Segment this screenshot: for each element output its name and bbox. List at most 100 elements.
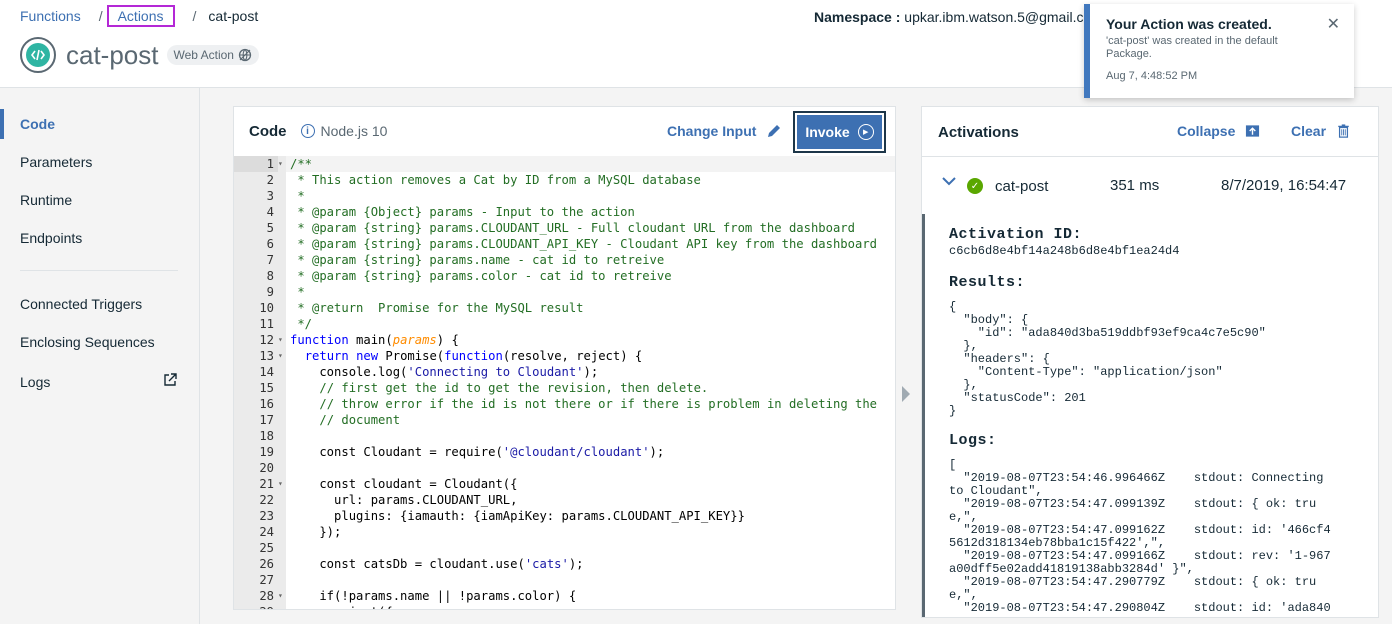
gutter <box>278 220 286 236</box>
code-line[interactable]: 1 ▾/** <box>234 156 895 172</box>
gutter <box>278 316 286 332</box>
code-line[interactable]: 13 ▾ return new Promise(function(resolve,… <box>234 348 895 364</box>
toast-body: 'cat-post' was created in the default Pa… <box>1106 35 1278 60</box>
line-number: 3 <box>234 188 278 204</box>
line-number: 29 <box>234 604 278 609</box>
code-text: * @return Promise for the MySQL result <box>290 301 584 315</box>
chevron-down-icon[interactable] <box>942 176 956 186</box>
code-text: * @param {Object} params - Input to the … <box>290 205 635 219</box>
collapse-icon <box>1246 125 1260 137</box>
code-line[interactable]: 14 console.log('Connecting to Cloudant')… <box>234 364 895 380</box>
activations-header: Activations Collapse Clear <box>922 107 1378 157</box>
title-row: cat-post Web Action <box>20 37 259 73</box>
line-number: 6 <box>234 236 278 252</box>
gutter <box>278 236 286 252</box>
code-line[interactable]: 17 // document <box>234 412 895 428</box>
collapse-label: Collapse <box>1177 123 1236 139</box>
change-input-button[interactable]: Change Input <box>667 123 782 139</box>
sidebar-item-parameters[interactable]: Parameters <box>0 147 198 177</box>
invoke-button[interactable]: Invoke ▶ <box>793 111 886 153</box>
code-text: * <box>290 285 305 299</box>
namespace: Namespace : upkar.ibm.watson.5@gmail.com <box>814 9 1094 25</box>
gutter <box>278 268 286 284</box>
line-number: 20 <box>234 460 278 476</box>
gutter <box>278 444 286 460</box>
breadcrumb-functions[interactable]: Functions <box>20 8 81 24</box>
code-line[interactable]: 10 * @return Promise for the MySQL resul… <box>234 300 895 316</box>
code-line[interactable]: 25 <box>234 540 895 556</box>
runtime-label[interactable]: i Node.js 10 <box>300 123 388 139</box>
code-text: plugins: {iamauth: {iamApiKey: params.CL… <box>290 509 745 523</box>
code-line[interactable]: 26 const catsDb = cloudant.use('cats'); <box>234 556 895 572</box>
code-line[interactable]: 5 * @param {string} params.CLOUDANT_URL … <box>234 220 895 236</box>
code-text: url: params.CLOUDANT_URL, <box>290 493 518 507</box>
code-line[interactable]: 27 <box>234 572 895 588</box>
panel-toggle-arrow-icon[interactable] <box>902 386 910 402</box>
close-icon[interactable]: ✕ <box>1327 14 1340 34</box>
sidebar: Code Parameters Runtime Endpoints Connec… <box>0 88 200 624</box>
gutter <box>278 412 286 428</box>
code-line[interactable]: 18 <box>234 428 895 444</box>
breadcrumb-separator: / <box>98 8 103 24</box>
code-line[interactable]: 22 url: params.CLOUDANT_URL, <box>234 492 895 508</box>
namespace-value[interactable]: upkar.ibm.watson.5@gmail.com <box>904 9 1094 25</box>
code-line[interactable]: 12 ▾ function main(params) { <box>234 332 895 348</box>
sidebar-item-logs[interactable]: Logs <box>0 367 198 397</box>
line-number: 5 <box>234 220 278 236</box>
fold-arrow-icon[interactable]: ▾ <box>278 588 286 604</box>
code-text: function main(params) { <box>290 333 459 347</box>
sidebar-item-enclosing-sequences[interactable]: Enclosing Sequences <box>0 327 198 357</box>
code-line[interactable]: 28 ▾ if(!params.name || !params.color) { <box>234 588 895 604</box>
clear-button[interactable]: Clear <box>1291 123 1351 139</box>
gutter <box>278 540 286 556</box>
fold-arrow-icon[interactable]: ▾ <box>278 156 286 172</box>
line-number: 15 <box>234 380 278 396</box>
code-line[interactable]: 19 const Cloudant = require('@cloudant/c… <box>234 444 895 460</box>
runtime-value: Node.js 10 <box>320 123 388 139</box>
code-line[interactable]: 9 * <box>234 284 895 300</box>
code-line[interactable]: 20 <box>234 460 895 476</box>
code-text: reject({ <box>286 604 393 609</box>
clear-label: Clear <box>1291 123 1327 139</box>
code-line[interactable]: 4 * @param {Object} params - Input to th… <box>234 204 895 220</box>
sidebar-item-endpoints[interactable]: Endpoints <box>0 223 198 253</box>
code-line[interactable]: 23 plugins: {iamauth: {iamApiKey: params… <box>234 508 895 524</box>
sidebar-item-connected-triggers[interactable]: Connected Triggers <box>0 289 198 319</box>
web-action-label: Web Action <box>173 48 234 62</box>
fold-arrow-icon[interactable]: ▾ <box>278 476 286 492</box>
breadcrumb-actions[interactable]: Actions <box>106 5 175 27</box>
activation-duration: 351 ms <box>1110 177 1160 194</box>
fold-arrow-icon[interactable]: ▾ <box>278 348 286 364</box>
code-editor[interactable]: 1 ▾/** 2 * This action removes a Cat by ID… <box>234 156 895 609</box>
line-number: 25 <box>234 540 278 556</box>
fold-arrow-icon[interactable]: ▾ <box>278 332 286 348</box>
gutter <box>278 204 286 220</box>
code-line[interactable]: 3 * <box>234 188 895 204</box>
collapse-button[interactable]: Collapse <box>1177 123 1260 139</box>
activation-time: 8/7/2019, 16:54:47 <box>1221 177 1347 194</box>
code-line[interactable]: 7 * @param {string} params.name - cat id… <box>234 252 895 268</box>
play-icon: ▶ <box>857 124 874 140</box>
namespace-label: Namespace : <box>814 9 901 25</box>
code-line[interactable]: 6 * @param {string} params.CLOUDANT_API_… <box>234 236 895 252</box>
code-line[interactable]: 2 * This action removes a Cat by ID from… <box>234 172 895 188</box>
breadcrumb-separator: / <box>192 8 197 24</box>
code-line[interactable]: 15 // first get the id to get the revisi… <box>234 380 895 396</box>
sidebar-item-runtime[interactable]: Runtime <box>0 185 198 215</box>
code-line[interactable]: 8 * @param {string} params.color - cat i… <box>234 268 895 284</box>
activation-row[interactable]: ✓ cat-post 351 ms 8/7/2019, 16:54:47 <box>922 158 1378 214</box>
gutter <box>278 380 286 396</box>
code-text: const catsDb = cloudant.use('cats'); <box>290 557 584 571</box>
code-line[interactable]: 16 // throw error if the id is not there… <box>234 396 895 412</box>
code-line[interactable]: 11 */ <box>234 316 895 332</box>
code-panel: Code i Node.js 10 Change Input Invoke ▶ … <box>233 106 896 610</box>
gutter <box>278 188 286 204</box>
code-line[interactable]: 24 }); <box>234 524 895 540</box>
web-action-badge[interactable]: Web Action <box>166 45 259 65</box>
code-text: // first get the id to get the revision,… <box>319 381 709 395</box>
code-text: const Cloudant = require('@cloudant/clou… <box>290 445 665 459</box>
code-line[interactable]: 29 reject({ <box>234 604 895 609</box>
sidebar-item-code[interactable]: Code <box>0 109 198 139</box>
code-line[interactable]: 21 ▾ const cloudant = Cloudant({ <box>234 476 895 492</box>
